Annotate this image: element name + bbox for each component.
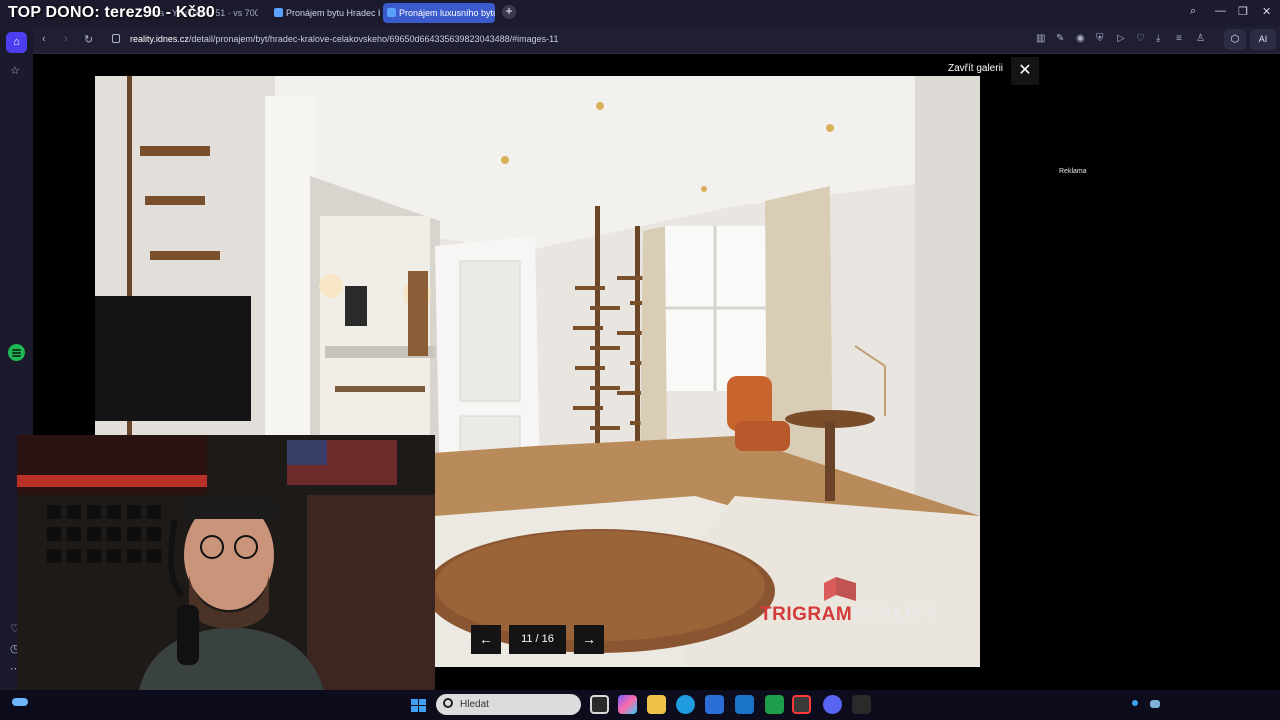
close-gallery-label[interactable]: Zavřít galerii bbox=[948, 63, 1003, 74]
extensions-button[interactable]: ⬡ bbox=[1224, 29, 1246, 50]
home-icon[interactable]: ⌂ bbox=[6, 32, 27, 53]
copilot-icon[interactable] bbox=[618, 695, 637, 714]
url-path: /detail/pronajem/byt/hradec-kralove-cela… bbox=[188, 34, 559, 44]
arrow-left-icon[interactable]: ← bbox=[471, 625, 501, 654]
task-view-icon[interactable] bbox=[590, 695, 609, 714]
site-favicon-icon bbox=[387, 8, 396, 17]
search-icon bbox=[443, 698, 453, 708]
reload-icon[interactable]: ↻ bbox=[84, 33, 93, 46]
new-tab-button[interactable]: + bbox=[502, 5, 516, 19]
site-favicon-icon bbox=[274, 8, 283, 17]
tab-pronajem-hradec[interactable]: Pronájem bytu Hradec Král bbox=[270, 3, 380, 23]
screen: …arla - YouTube · 51 · vs 700 000 Futu P… bbox=[0, 0, 1280, 720]
discord-icon[interactable] bbox=[823, 695, 842, 714]
menu-icon[interactable]: ≡ bbox=[1176, 33, 1182, 44]
streamer-webcam-feed bbox=[17, 435, 435, 703]
windows-start-icon[interactable] bbox=[411, 699, 426, 712]
lock-icon bbox=[112, 34, 120, 43]
tab-pronajem-luxusniho[interactable]: Pronájem luxusního bytu bbox=[383, 3, 495, 23]
watermark-part1: TRIGRAM bbox=[760, 604, 853, 625]
shield-icon[interactable]: ⛨ bbox=[1096, 33, 1104, 44]
heart-icon[interactable]: ♡ bbox=[1136, 33, 1145, 44]
cloud-icon[interactable] bbox=[1150, 700, 1160, 708]
play-icon[interactable]: ▷ bbox=[1117, 33, 1125, 44]
weather-icon[interactable] bbox=[12, 698, 28, 706]
close-icon[interactable]: ✕ bbox=[1011, 57, 1039, 85]
star-icon[interactable]: ☆ bbox=[10, 64, 20, 77]
taskbar-search-placeholder: Hledat bbox=[460, 699, 489, 710]
edit-icon[interactable]: ✎ bbox=[1056, 33, 1064, 44]
watermark-part2: REALITY bbox=[852, 604, 937, 625]
reader-icon[interactable]: ▥ bbox=[1036, 33, 1045, 44]
tab-label: Pronájem bytu Hradec Král bbox=[286, 8, 380, 18]
opera-icon[interactable] bbox=[792, 695, 811, 714]
minimize-button[interactable]: — bbox=[1215, 5, 1226, 17]
tray-icon[interactable] bbox=[1132, 700, 1138, 706]
url-host: reality.idnes.cz bbox=[130, 34, 189, 44]
profile-icon[interactable]: ♙ bbox=[1196, 33, 1205, 44]
app-b-icon[interactable] bbox=[765, 695, 784, 714]
watermark: TRIGRAMREALITY bbox=[760, 604, 937, 626]
webcam-overlay bbox=[17, 435, 435, 703]
back-icon[interactable]: ‹ bbox=[42, 33, 46, 45]
app-icon[interactable] bbox=[852, 695, 871, 714]
taskbar: Hledat bbox=[0, 690, 1280, 720]
camera-icon[interactable]: ◉ bbox=[1076, 33, 1085, 44]
watermark-logo-icon bbox=[824, 577, 856, 601]
stream-top-donor-overlay: TOP DONO: terez90 - Kč80 bbox=[8, 4, 215, 21]
restore-button[interactable]: ❐ bbox=[1238, 5, 1248, 18]
url-field[interactable]: reality.idnes.cz/detail/pronajem/byt/hra… bbox=[130, 34, 558, 44]
download-icon[interactable]: ⤓ bbox=[1156, 33, 1160, 44]
edge-icon[interactable] bbox=[676, 695, 695, 714]
file-explorer-icon[interactable] bbox=[647, 695, 666, 714]
store-icon[interactable] bbox=[705, 695, 724, 714]
outlook-icon[interactable] bbox=[735, 695, 754, 714]
forward-icon[interactable]: › bbox=[64, 33, 68, 45]
address-bar: ‹ › ↻ reality.idnes.cz/detail/pronajem/b… bbox=[32, 26, 1280, 54]
taskbar-search[interactable]: Hledat bbox=[436, 694, 581, 715]
close-window-button[interactable]: ✕ bbox=[1262, 5, 1271, 18]
ad-label: Reklama bbox=[1059, 168, 1087, 175]
arrow-right-icon[interactable]: → bbox=[574, 625, 604, 654]
search-tabs-icon[interactable]: ⌕ bbox=[1190, 5, 1196, 18]
tab-label: Pronájem luxusního bytu bbox=[399, 8, 495, 18]
image-counter: 11 / 16 bbox=[509, 625, 566, 654]
spotify-icon[interactable] bbox=[8, 344, 25, 361]
ai-button[interactable]: AI bbox=[1250, 29, 1276, 50]
